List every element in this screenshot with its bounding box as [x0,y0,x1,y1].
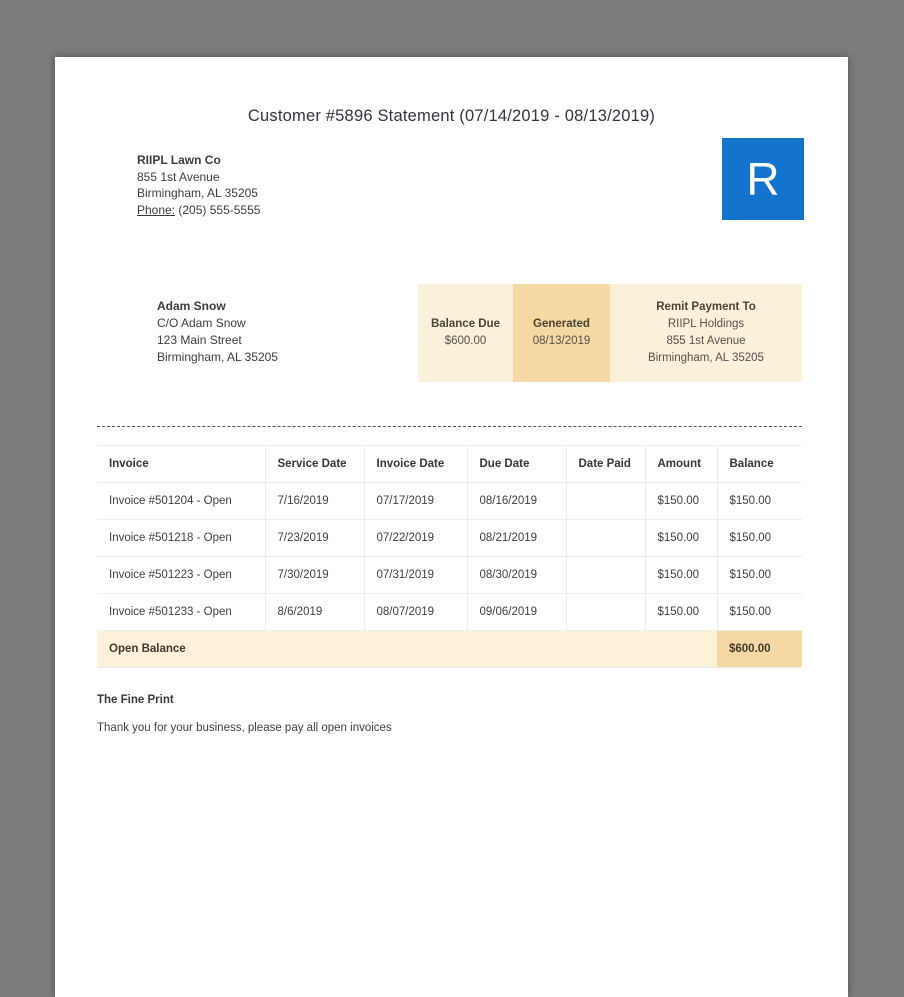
balance-cell: $150.00 [717,519,802,557]
column-header-invoice-date: Invoice Date [364,445,468,483]
remit-address-line1: 855 1st Avenue [666,335,746,347]
balance-cell: $150.00 [717,482,802,520]
company-phone: Phone: (205) 555-5555 [137,202,260,219]
fine-print-text: Thank you for your business, please pay … [97,722,392,734]
invoice-cell: Invoice #501218 - Open [97,519,266,557]
fine-print-heading: The Fine Print [97,694,174,706]
company-logo: R [722,138,804,220]
invoice-row: Invoice #501218 - Open 7/23/2019 07/22/2… [97,519,802,557]
statement-title: Customer #5896 Statement (07/14/2019 - 0… [247,107,656,125]
due-date-cell: 08/30/2019 [467,556,567,594]
invoice-row: Invoice #501204 - Open 7/16/2019 07/17/2… [97,482,802,520]
invoice-date-cell: 07/31/2019 [364,556,468,594]
generated-value: 08/13/2019 [532,335,591,347]
date-paid-cell [566,593,646,631]
invoice-date-cell: 07/22/2019 [364,519,468,557]
phone-number: (205) 555-5555 [178,202,261,217]
due-date-cell: 08/16/2019 [467,482,567,520]
summary-box: Balance Due $600.00 Generated 08/13/2019… [418,284,802,382]
statement-page: Customer #5896 Statement (07/14/2019 - 0… [55,57,848,997]
invoice-date-cell: 07/17/2019 [364,482,468,520]
phone-label: Phone: [137,202,176,217]
invoice-row: Invoice #501223 - Open 7/30/2019 07/31/2… [97,556,802,594]
balance-cell: $150.00 [717,593,802,631]
statement-header: RIIPL Lawn Co 855 1st Avenue Birmingham,… [137,138,804,220]
date-paid-cell [566,556,646,594]
column-header-amount: Amount [645,445,718,483]
column-header-invoice: Invoice [97,445,266,483]
recipient-block: Adam Snow C/O Adam Snow 123 Main Street … [157,284,278,366]
service-date-cell: 7/16/2019 [265,482,365,520]
company-address-line2: Birmingham, AL 35205 [137,186,258,200]
service-date-cell: 7/23/2019 [265,519,365,557]
due-date-cell: 08/21/2019 [467,519,567,557]
remit-address-line2: Birmingham, AL 35205 [648,352,764,364]
remit-cell: Remit Payment To RIIPL Holdings 855 1st … [610,284,802,382]
balance-cell: $150.00 [717,556,802,594]
generated-cell: Generated 08/13/2019 [513,284,610,382]
column-header-due-date: Due Date [467,445,567,483]
amount-cell: $150.00 [645,556,718,594]
recipient-name: Adam Snow [157,299,226,313]
billing-section: Adam Snow C/O Adam Snow 123 Main Street … [157,284,802,382]
company-block: RIIPL Lawn Co 855 1st Avenue Birmingham,… [137,152,260,220]
recipient-address-line1: 123 Main Street [157,333,242,347]
column-header-service-date: Service Date [265,445,365,483]
service-date-cell: 7/30/2019 [265,556,365,594]
service-date-cell: 8/6/2019 [265,593,365,631]
open-balance-value: $600.00 [717,630,802,668]
remit-label: Remit Payment To [656,301,756,313]
invoice-cell: Invoice #501204 - Open [97,482,266,520]
invoice-cell: Invoice #501223 - Open [97,556,266,594]
open-balance-label: Open Balance [97,630,717,668]
invoices-table: Invoice Service Date Invoice Date Due Da… [97,445,802,668]
date-paid-cell [566,482,646,520]
recipient-care-of: C/O Adam Snow [157,316,246,330]
balance-due-cell: Balance Due $600.00 [418,284,513,382]
invoice-row: Invoice #501233 - Open 8/6/2019 08/07/20… [97,593,802,631]
due-date-cell: 09/06/2019 [467,593,567,631]
remit-name: RIIPL Holdings [667,318,745,330]
invoice-date-cell: 08/07/2019 [364,593,468,631]
company-name: RIIPL Lawn Co [137,153,221,167]
company-address-line1: 855 1st Avenue [137,169,220,184]
column-header-balance: Balance [717,445,802,483]
invoice-cell: Invoice #501233 - Open [97,593,266,631]
table-header-row: Invoice Service Date Invoice Date Due Da… [97,445,802,483]
dashed-divider [97,426,802,427]
amount-cell: $150.00 [645,593,718,631]
recipient-address-line2: Birmingham, AL 35205 [157,350,278,364]
date-paid-cell [566,519,646,557]
logo-letter: R [746,153,780,205]
balance-due-value: $600.00 [444,335,487,347]
column-header-date-paid: Date Paid [566,445,646,483]
generated-label: Generated [533,318,590,330]
balance-due-label: Balance Due [430,318,501,330]
open-balance-row: Open Balance $600.00 [97,630,802,668]
amount-cell: $150.00 [645,519,718,557]
amount-cell: $150.00 [645,482,718,520]
